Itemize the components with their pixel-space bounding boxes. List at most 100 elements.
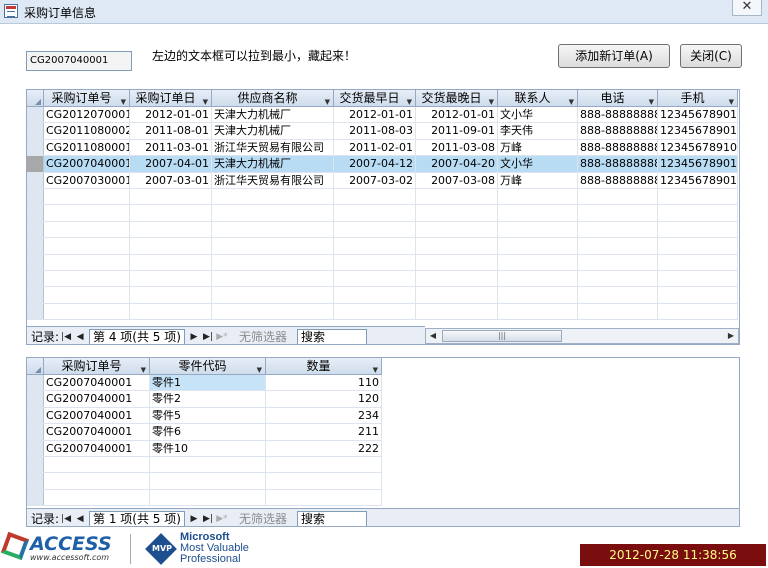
table-cell[interactable]: 天津大力机械厂 xyxy=(212,156,334,172)
table-cell[interactable] xyxy=(416,287,498,303)
record-selector[interactable] xyxy=(27,107,44,123)
table-row[interactable] xyxy=(27,238,738,255)
table-cell[interactable]: CG2007040001 xyxy=(44,440,150,456)
table-row[interactable] xyxy=(27,456,382,474)
table-row[interactable] xyxy=(27,188,738,206)
search-box[interactable]: 搜索 xyxy=(296,328,367,344)
dropdown-arrow-icon[interactable]: ▼ xyxy=(729,94,734,107)
table-cell[interactable] xyxy=(130,254,212,270)
no-filter-indicator[interactable]: 无筛选器 xyxy=(239,328,287,344)
table-cell[interactable] xyxy=(498,205,578,221)
table-cell[interactable] xyxy=(130,270,212,287)
column-header[interactable]: 电话 ▼ xyxy=(578,90,658,107)
table-cell[interactable] xyxy=(212,238,334,254)
table-cell[interactable] xyxy=(334,303,416,320)
table-cell[interactable] xyxy=(498,287,578,303)
table-cell[interactable] xyxy=(44,270,130,287)
table-row[interactable]: CG2012070001 2012-01-01 天津大力机械厂 2012-01-01 2… xyxy=(27,107,738,124)
dropdown-arrow-icon[interactable]: ▼ xyxy=(257,362,262,375)
table-cell[interactable] xyxy=(150,473,266,489)
table-row[interactable] xyxy=(27,473,382,490)
table-cell[interactable]: 零件2 xyxy=(150,391,266,407)
record-selector[interactable] xyxy=(27,375,44,391)
column-header[interactable]: 零件代码 ▼ xyxy=(150,358,266,375)
scroll-left-icon[interactable]: ◀ xyxy=(426,330,440,342)
table-cell[interactable] xyxy=(658,238,738,254)
record-selector[interactable] xyxy=(27,489,44,506)
orders-horizontal-scrollbar[interactable]: ◀ ||| ▶ xyxy=(425,328,739,344)
table-cell[interactable]: 天津大力机械厂 xyxy=(212,123,334,139)
dropdown-arrow-icon[interactable]: ▼ xyxy=(121,94,126,107)
table-cell[interactable]: 222 xyxy=(266,440,382,456)
table-cell[interactable]: 120 xyxy=(266,391,382,407)
table-cell[interactable] xyxy=(416,238,498,254)
table-row[interactable]: CG2011080002 2011-08-01 天津大力机械厂 2011-08-03 2… xyxy=(27,123,738,140)
dropdown-arrow-icon[interactable]: ▼ xyxy=(649,94,654,107)
record-selector[interactable] xyxy=(27,156,44,172)
table-cell[interactable]: 浙江华天贸易有限公司 xyxy=(212,172,334,188)
table-cell[interactable] xyxy=(498,270,578,287)
record-selector[interactable] xyxy=(27,287,44,303)
table-cell[interactable]: 零件10 xyxy=(150,440,266,456)
table-cell[interactable] xyxy=(44,473,150,489)
first-record-icon[interactable]: |◀ xyxy=(59,514,73,524)
table-cell[interactable]: 文小华 xyxy=(498,107,578,123)
dropdown-arrow-icon[interactable]: ▼ xyxy=(569,94,574,107)
table-row[interactable] xyxy=(27,221,738,239)
table-cell[interactable]: CG2007040001 xyxy=(44,407,150,424)
record-selector[interactable] xyxy=(27,238,44,254)
table-cell[interactable] xyxy=(212,221,334,238)
dropdown-arrow-icon[interactable]: ▼ xyxy=(203,94,208,107)
dropdown-arrow-icon[interactable]: ▼ xyxy=(489,94,494,107)
table-cell[interactable] xyxy=(498,188,578,205)
table-cell[interactable]: 211 xyxy=(266,424,382,440)
table-cell[interactable] xyxy=(44,489,150,506)
close-button[interactable]: 关闭(C) xyxy=(680,44,742,68)
record-selector[interactable] xyxy=(27,123,44,139)
close-icon[interactable]: ✕ xyxy=(732,0,762,16)
table-cell[interactable] xyxy=(130,221,212,238)
table-cell[interactable] xyxy=(334,238,416,254)
table-cell[interactable]: 2007-04-01 xyxy=(130,156,212,172)
record-position[interactable]: 第 4 项(共 5 项) xyxy=(89,328,185,344)
table-cell[interactable] xyxy=(44,221,130,238)
last-record-icon[interactable]: ▶| xyxy=(201,514,215,524)
table-cell[interactable]: 2012-01-01 xyxy=(334,107,416,123)
table-cell[interactable]: 零件1 xyxy=(150,375,266,391)
table-cell[interactable]: 万峰 xyxy=(498,139,578,156)
table-cell[interactable]: 2012-01-01 xyxy=(130,107,212,123)
table-row[interactable] xyxy=(27,489,382,507)
table-cell[interactable] xyxy=(130,238,212,254)
table-cell[interactable] xyxy=(334,287,416,303)
table-cell[interactable] xyxy=(578,188,658,205)
record-selector[interactable] xyxy=(27,270,44,287)
table-cell[interactable] xyxy=(416,221,498,238)
table-cell[interactable]: 888-88888888 xyxy=(578,107,658,123)
table-cell[interactable]: 888-88888888 xyxy=(578,139,658,156)
last-record-icon[interactable]: ▶| xyxy=(201,332,215,342)
record-selector[interactable] xyxy=(27,254,44,270)
next-record-icon[interactable]: ▶ xyxy=(187,514,201,524)
table-cell[interactable] xyxy=(212,270,334,287)
table-row[interactable] xyxy=(27,205,738,222)
next-record-icon[interactable]: ▶ xyxy=(187,332,201,342)
table-cell[interactable] xyxy=(658,270,738,287)
record-selector[interactable] xyxy=(27,473,44,489)
table-cell[interactable]: CG2012070001 xyxy=(44,107,130,123)
table-row[interactable]: CG2007040001 零件6 211 xyxy=(27,424,382,441)
table-cell[interactable]: 12345678910 xyxy=(658,139,738,156)
prev-record-icon[interactable]: ◀ xyxy=(73,332,87,342)
table-cell[interactable] xyxy=(266,489,382,506)
table-row[interactable] xyxy=(27,303,738,321)
table-cell[interactable] xyxy=(334,270,416,287)
table-cell[interactable]: 12345678901 xyxy=(658,156,738,172)
table-cell[interactable] xyxy=(130,188,212,205)
table-cell[interactable]: 2011-08-03 xyxy=(334,123,416,139)
table-cell[interactable]: 888-88888888 xyxy=(578,123,658,139)
table-cell[interactable] xyxy=(658,287,738,303)
record-selector[interactable] xyxy=(27,303,44,320)
record-selector[interactable] xyxy=(27,424,44,440)
table-cell[interactable]: CG2011080001 xyxy=(44,139,130,156)
table-cell[interactable]: 12345678901 xyxy=(658,172,738,188)
table-cell[interactable] xyxy=(658,303,738,320)
